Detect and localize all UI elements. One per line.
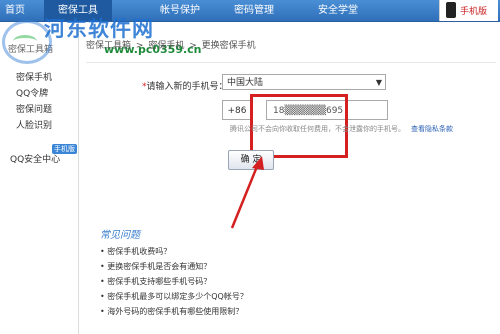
faq-item[interactable]: 海外号码的密保手机有哪些使用限制？ — [100, 306, 243, 317]
faq-item[interactable]: 更换密保手机是否会有通知？ — [100, 261, 211, 272]
faq-item[interactable]: 密保手机支持哪些手机号码？ — [100, 276, 211, 287]
faq-title: 常见问题 — [100, 230, 140, 241]
mobile-version-label: 手机版 — [460, 7, 488, 17]
breadcrumb-item-current: 更换密保手机 — [201, 41, 256, 51]
breadcrumb-separator: > — [189, 41, 197, 51]
divider — [86, 62, 496, 63]
privacy-hint: 腾讯公司不会向你收取任何费用，不会泄露你的手机号。 查看隐私条款 — [230, 124, 453, 134]
breadcrumb-item-security-phone[interactable]: 密保手机 — [148, 41, 184, 51]
tab-password-management[interactable]: 密码管理 — [222, 0, 286, 21]
breadcrumb-item-toolbox[interactable]: 密保工具箱 — [86, 41, 131, 51]
faq-item[interactable]: 密保手机最多可以绑定多少个QQ帐号？ — [100, 291, 248, 302]
country-select-value: 中国大陆 — [227, 78, 264, 88]
mobile-version-tag: 手机版 — [52, 144, 77, 154]
new-phone-label: *请输入新的手机号： — [142, 82, 228, 92]
sidebar-item-security-question[interactable]: 密保问题 — [16, 102, 52, 115]
sidebar-item-qq-token[interactable]: QQ令牌 — [16, 86, 48, 99]
privacy-policy-link[interactable]: 查看隐私条款 — [411, 125, 453, 133]
sidebar: 密保工具箱 密保手机 QQ令牌 密保问题 人脸识别 QQ安全中心 手机版 — [0, 22, 79, 334]
tab-home[interactable]: 首页 — [0, 0, 30, 21]
breadcrumb-separator: > — [135, 41, 144, 51]
dropdown-arrow-icon: ▼ — [375, 78, 382, 87]
faq-item[interactable]: 密保手机收费吗？ — [100, 246, 171, 257]
tab-security-school[interactable]: 安全学堂 — [306, 0, 370, 21]
annotation-arrow-icon — [230, 156, 264, 229]
sidebar-item-security-phone[interactable]: 密保手机 — [16, 70, 52, 83]
country-code-field: +86 — [222, 100, 252, 120]
tab-account-protection[interactable]: 帐号保护 — [150, 0, 210, 21]
privacy-hint-text: 腾讯公司不会向你收取任何费用，不会泄露你的手机号。 — [230, 125, 405, 133]
breadcrumb: 密保工具箱 > 密保手机 > 更换密保手机 — [86, 38, 258, 51]
country-select[interactable]: 中国大陆 ▼ — [222, 74, 386, 90]
phone-icon — [446, 2, 456, 18]
mobile-version-badge[interactable]: 手机版 — [439, 0, 498, 21]
sidebar-item-face-recognition[interactable]: 人脸识别 — [16, 118, 52, 131]
